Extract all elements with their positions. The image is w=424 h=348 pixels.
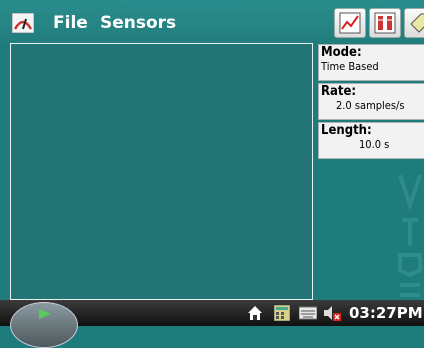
- graph-area[interactable]: [10, 43, 313, 300]
- rate-setting[interactable]: Rate: 2.0 samples/s: [318, 83, 424, 120]
- keyboard-icon[interactable]: [299, 305, 317, 321]
- menu-bar: File Sensors: [0, 0, 424, 44]
- play-icon: [39, 309, 51, 319]
- meter-view-icon: [374, 12, 396, 34]
- clock[interactable]: 03:27PM: [349, 304, 423, 322]
- length-setting[interactable]: Length: 10.0 s: [318, 122, 424, 159]
- speaker-muted-icon[interactable]: [323, 305, 343, 321]
- sensors-menu[interactable]: Sensors: [100, 13, 176, 33]
- tag-button[interactable]: [404, 8, 424, 38]
- length-value: 10.0 s: [359, 138, 390, 151]
- start-button[interactable]: [10, 302, 78, 348]
- mode-title: Mode:: [321, 45, 362, 60]
- meter-view-button[interactable]: [369, 8, 401, 38]
- rate-value: 2.0 samples/s: [336, 99, 405, 112]
- calculator-icon[interactable]: [274, 305, 290, 321]
- file-menu[interactable]: File: [53, 13, 88, 33]
- length-title: Length:: [321, 123, 372, 138]
- gauge-app-icon[interactable]: [12, 13, 34, 33]
- tag-icon: [410, 13, 424, 33]
- graph-view-icon: [339, 12, 361, 34]
- mode-setting[interactable]: Mode: Time Based: [318, 44, 424, 81]
- mode-value: Time Based: [321, 60, 379, 73]
- home-icon[interactable]: [246, 305, 264, 321]
- brand-watermark: [396, 175, 424, 300]
- rate-title: Rate:: [321, 84, 357, 99]
- graph-view-button[interactable]: [334, 8, 366, 38]
